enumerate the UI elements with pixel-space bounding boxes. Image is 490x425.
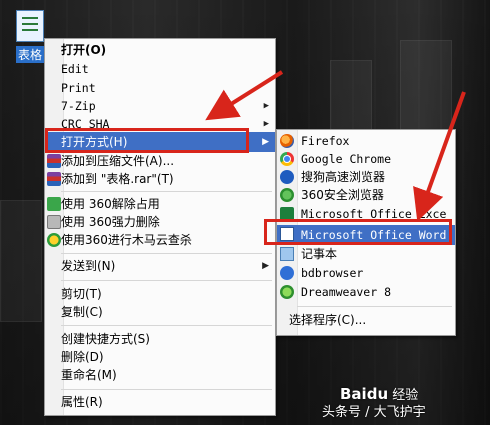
toutiao-watermark: 头条号 / 大飞护宇 — [322, 405, 426, 420]
annotation-arrow — [205, 70, 284, 121]
annotation-arrow — [413, 91, 466, 222]
annotation-arrows — [205, 70, 466, 222]
